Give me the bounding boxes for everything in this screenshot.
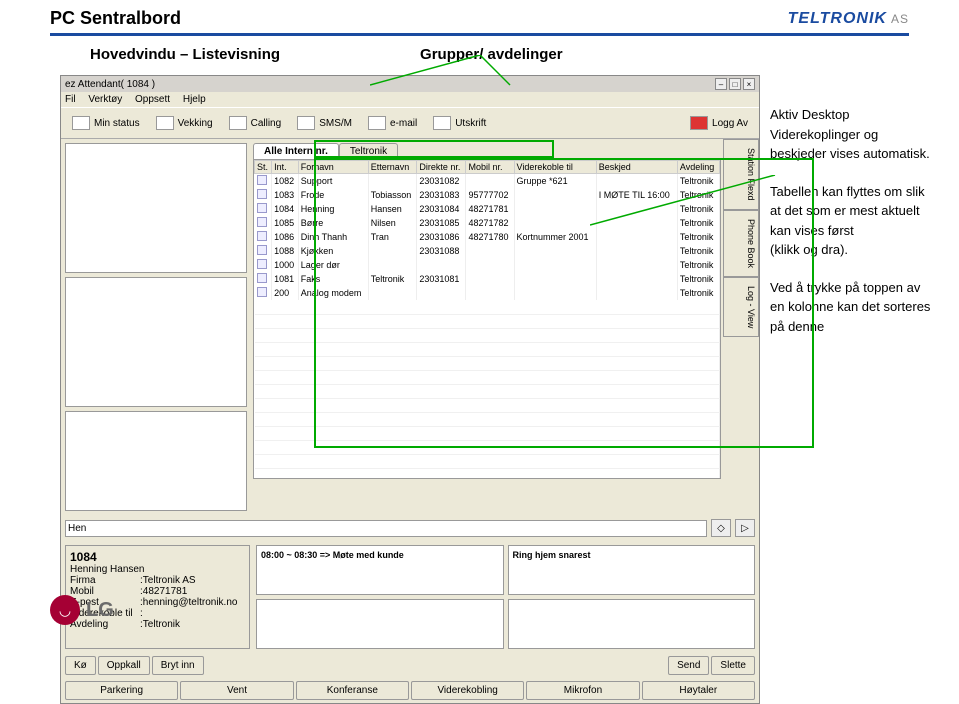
menu-file[interactable]: Fil — [65, 94, 76, 105]
call-button[interactable]: Oppkall — [98, 656, 150, 675]
table-row[interactable]: 1088Kjøkken23031088Teltronik — [255, 244, 720, 258]
clock-icon — [156, 116, 174, 130]
menu-setup[interactable]: Oppsett — [135, 94, 170, 105]
col-int[interactable]: Int. — [272, 161, 299, 174]
subtitle-right: Grupper/ avdelinger — [420, 46, 563, 63]
table-row[interactable]: 1081FaksTeltronik23031081Teltronik — [255, 272, 720, 286]
sms-icon — [297, 116, 315, 130]
table-row[interactable]: 1085BørreNilsen2303108548271782Teltronik — [255, 216, 720, 230]
tab-all-internal[interactable]: Alle Intern nr. — [253, 143, 339, 159]
status-icon — [257, 231, 267, 241]
col-st[interactable]: St. — [255, 161, 272, 174]
data-grid[interactable]: St. Int. Fornavn Etternavn Direkte nr. M… — [253, 159, 721, 479]
maximize-icon[interactable]: □ — [729, 78, 741, 90]
status-icon — [257, 259, 267, 269]
break-button[interactable]: Bryt inn — [152, 656, 204, 675]
lg-face-icon: ◡ — [50, 595, 80, 625]
header-rule — [50, 33, 909, 36]
tool-print[interactable]: Utskrift — [426, 112, 493, 134]
forward-button[interactable]: Viderekobling — [411, 681, 524, 700]
tool-logoff[interactable]: Logg Av — [683, 112, 755, 134]
speaker-button[interactable]: Høytaler — [642, 681, 755, 700]
appointment-box: 08:00 ~ 08:30 => Møte med kunde — [256, 545, 504, 595]
col-msg[interactable]: Beskjed — [596, 161, 677, 174]
message-box: Ring hjem snarest — [508, 545, 756, 595]
col-first[interactable]: Fornavn — [298, 161, 368, 174]
call-queue-box — [65, 143, 247, 273]
microphone-button[interactable]: Mikrofon — [526, 681, 639, 700]
col-forward[interactable]: Viderekoble til — [514, 161, 596, 174]
wait-button[interactable]: Vent — [180, 681, 293, 700]
queue-button[interactable]: Kø — [65, 656, 96, 675]
sidetab-log[interactable]: Log - View — [723, 277, 759, 337]
hold-box — [65, 411, 247, 511]
titlebar: ez Attendant( 1084 ) – □ × — [61, 76, 759, 92]
send-button[interactable]: Send — [668, 656, 709, 675]
tool-status[interactable]: Min status — [65, 112, 147, 134]
search-next-button[interactable]: ▷ — [735, 519, 755, 537]
phone-icon — [229, 116, 247, 130]
brand-logo: TELTRONIKAS — [788, 10, 909, 28]
active-call-box — [65, 277, 247, 407]
logoff-icon — [690, 116, 708, 130]
info-name: Henning Hansen — [70, 564, 245, 575]
col-mobile[interactable]: Mobil nr. — [466, 161, 514, 174]
menu-tools[interactable]: Verktøy — [88, 94, 122, 105]
sidetab-phonebook[interactable]: Phone Book — [723, 210, 759, 277]
status-icon — [257, 189, 267, 199]
empty-box-1 — [256, 599, 504, 649]
tool-calling[interactable]: Calling — [222, 112, 289, 134]
tool-sms[interactable]: SMS/M — [290, 112, 359, 134]
lg-logo: ◡ LG — [50, 595, 114, 625]
lg-text: LG — [86, 599, 114, 622]
annotations: Aktiv DesktopViderekoplinger ogbeskjeder… — [770, 105, 950, 354]
tool-email[interactable]: e-mail — [361, 112, 424, 134]
menubar: Fil Verktøy Oppsett Hjelp — [61, 92, 759, 107]
empty-box-2 — [508, 599, 756, 649]
email-icon — [368, 116, 386, 130]
table-row[interactable]: 200Analog modemTeltronik — [255, 286, 720, 300]
search-prev-button[interactable]: ◇ — [711, 519, 731, 537]
app-window: ez Attendant( 1084 ) – □ × Fil Verktøy O… — [60, 75, 760, 704]
delete-button[interactable]: Slette — [711, 656, 755, 675]
close-icon[interactable]: × — [743, 78, 755, 90]
page-title: PC Sentralbord — [50, 8, 181, 29]
status-icon — [72, 116, 90, 130]
status-icon — [257, 245, 267, 255]
table-row[interactable]: 1082Support23031082Gruppe *621Teltronik — [255, 174, 720, 189]
search-input[interactable] — [65, 520, 707, 537]
park-button[interactable]: Parkering — [65, 681, 178, 700]
sidetab-station[interactable]: Station Flexd — [723, 139, 759, 210]
col-direct[interactable]: Direkte nr. — [417, 161, 466, 174]
table-row[interactable]: 1083FrodeTobiasson2303108395777702I MØTE… — [255, 188, 720, 202]
table-row[interactable]: 1000Lager dørTeltronik — [255, 258, 720, 272]
subtitle-left: Hovedvindu – Listevisning — [90, 46, 280, 63]
print-icon — [433, 116, 451, 130]
minimize-icon[interactable]: – — [715, 78, 727, 90]
col-last[interactable]: Etternavn — [368, 161, 417, 174]
info-ext: 1084 — [70, 550, 245, 564]
tab-teltronik[interactable]: Teltronik — [339, 143, 398, 159]
menu-help[interactable]: Hjelp — [183, 94, 206, 105]
conference-button[interactable]: Konferanse — [296, 681, 409, 700]
status-icon — [257, 217, 267, 227]
status-icon — [257, 203, 267, 213]
table-row[interactable]: 1084HenningHansen2303108448271781Teltron… — [255, 202, 720, 216]
toolbar: Min status Vekking Calling SMS/M e-mail … — [61, 107, 759, 139]
status-icon — [257, 287, 267, 297]
window-title: ez Attendant( 1084 ) — [65, 79, 155, 90]
tool-wake[interactable]: Vekking — [149, 112, 220, 134]
table-row[interactable]: 1086Dinh ThanhTran2303108648271780Kortnu… — [255, 230, 720, 244]
col-dept[interactable]: Avdeling — [677, 161, 719, 174]
status-icon — [257, 175, 267, 185]
status-icon — [257, 273, 267, 283]
